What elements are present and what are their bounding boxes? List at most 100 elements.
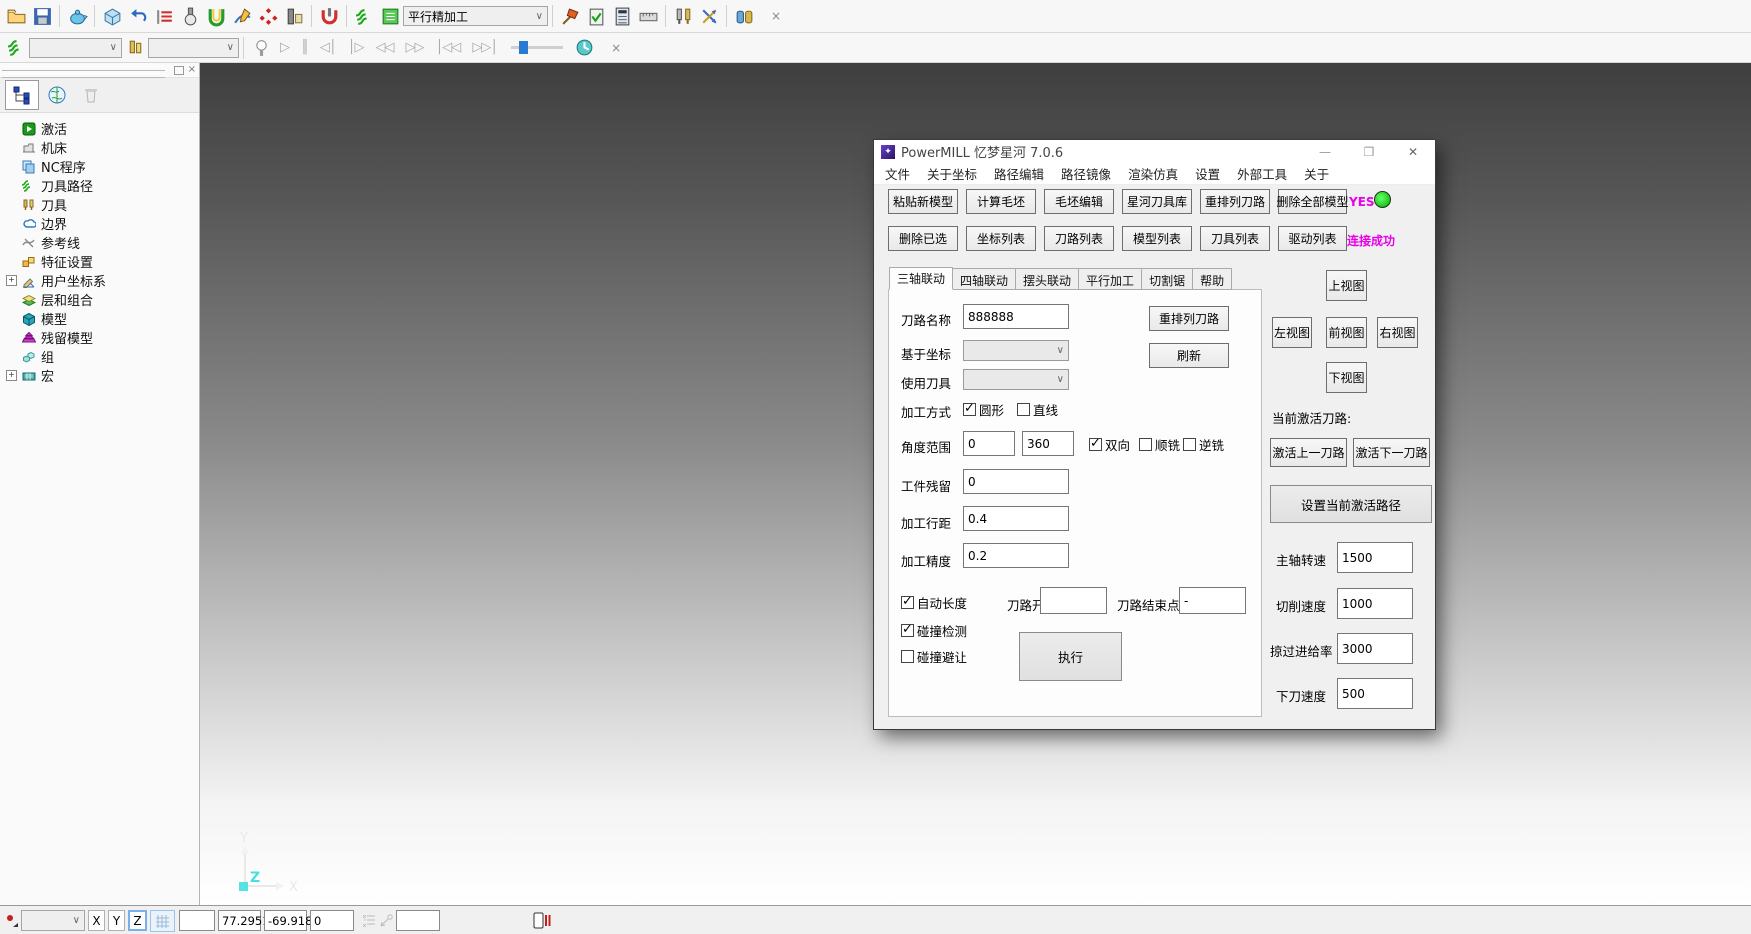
menu-settings[interactable]: 设置 xyxy=(1195,164,1220,183)
tab-explorer-tree[interactable] xyxy=(5,80,39,110)
climb-checkbox[interactable]: 顺铣 xyxy=(1139,435,1180,454)
block-icon[interactable] xyxy=(99,3,125,29)
statusbar-selector[interactable]: ∨ xyxy=(21,910,85,931)
paste-model-button[interactable]: 粘贴新模型 xyxy=(888,189,958,214)
tree-item-feature-sets[interactable]: 特征设置 xyxy=(8,252,199,271)
rewind-button[interactable]: ◁◁ xyxy=(369,40,399,55)
tree-expander[interactable]: + xyxy=(6,275,17,286)
toolpath-spring-icon[interactable] xyxy=(351,3,377,29)
grid-size-field[interactable] xyxy=(179,910,215,931)
panel-grip[interactable]: × xyxy=(0,63,199,78)
bidirectional-checkbox[interactable]: 双向 xyxy=(1089,435,1130,454)
clock-icon[interactable] xyxy=(571,35,597,61)
pencil-curve-icon[interactable] xyxy=(229,3,255,29)
tree-item-patterns[interactable]: 参考线 xyxy=(8,233,199,252)
menu-path-mirror[interactable]: 路径镜像 xyxy=(1061,164,1111,183)
panel-close-icon[interactable]: × xyxy=(188,64,196,75)
method-circle-checkbox[interactable]: 圆形 xyxy=(963,400,1004,419)
tab-recycle-bin[interactable] xyxy=(75,81,107,109)
tool-list-button[interactable]: 刀具列表 xyxy=(1200,226,1270,251)
collision-check-checkbox[interactable]: 碰撞检测 xyxy=(901,621,967,640)
coord-list-button[interactable]: 坐标列表 xyxy=(966,226,1036,251)
tab-world-view[interactable] xyxy=(41,81,73,109)
drive-list-button[interactable]: 驱动列表 xyxy=(1278,226,1347,251)
tool-library-button[interactable]: 星河刀具库 xyxy=(1122,189,1192,214)
menu-about[interactable]: 关于 xyxy=(1304,164,1329,183)
bar-list-icon[interactable] xyxy=(151,3,177,29)
tree-item-nc-programs[interactable]: NC程序 xyxy=(8,157,199,176)
menu-path-edit[interactable]: 路径编辑 xyxy=(994,164,1044,183)
plunge-speed-input[interactable]: 500 xyxy=(1337,678,1413,709)
ruler-icon[interactable] xyxy=(635,3,661,29)
execute-button[interactable]: 执行 xyxy=(1019,632,1122,681)
cursor-z-field[interactable]: 0 xyxy=(310,910,354,931)
axis-z-button[interactable]: Z xyxy=(128,910,147,931)
menu-coords[interactable]: 关于坐标 xyxy=(927,164,977,183)
cutting-speed-input[interactable]: 1000 xyxy=(1337,588,1413,619)
dialog-titlebar[interactable]: ✦ PowerMILL 忆梦星河 7.0.6 — ❒ ✕ xyxy=(874,140,1435,163)
teapot-icon[interactable] xyxy=(64,3,90,29)
play-button[interactable]: ▷ xyxy=(274,40,295,55)
edit-stock-button[interactable]: 毛坯编辑 xyxy=(1044,189,1114,214)
close-button[interactable]: ✕ xyxy=(1391,145,1435,159)
tree-item-macros[interactable]: +宏 xyxy=(8,366,199,385)
tab-3axis[interactable]: 三轴联动 xyxy=(889,267,953,290)
collision-avoid-checkbox[interactable]: 碰撞避让 xyxy=(901,647,967,666)
axis-x-button[interactable]: X xyxy=(88,910,105,931)
stepover-input[interactable]: 0.4 xyxy=(963,506,1069,531)
set-active-path-button[interactable]: 设置当前激活路径 xyxy=(1270,485,1432,523)
axis-y-button[interactable]: Y xyxy=(108,910,125,931)
angle-to-input[interactable]: 360 xyxy=(1022,431,1074,456)
view-front-button[interactable]: 前视图 xyxy=(1326,317,1367,348)
lamp-icon[interactable] xyxy=(248,35,274,61)
tolerance-input[interactable]: 0.2 xyxy=(963,543,1069,568)
activate-prev-button[interactable]: 激活上一刀路 xyxy=(1270,438,1347,467)
view-bottom-button[interactable]: 下视图 xyxy=(1326,362,1367,393)
delete-selected-button[interactable]: 删除已选 xyxy=(888,226,958,251)
open-file-icon[interactable] xyxy=(3,3,29,29)
step-forward-button[interactable]: │▷ xyxy=(342,40,370,55)
tool-database-icon[interactable] xyxy=(731,3,757,29)
record-tool-button[interactable] xyxy=(4,910,19,931)
start-point-input[interactable] xyxy=(1040,587,1107,614)
toolpath-list-icon[interactable] xyxy=(377,3,403,29)
u-channel-icon[interactable] xyxy=(203,3,229,29)
tree-item-active[interactable]: 激活 xyxy=(8,119,199,138)
reorder-button[interactable]: 重排列刀路 xyxy=(1149,306,1229,331)
drill-tool-icon[interactable] xyxy=(281,3,307,29)
conventional-checkbox[interactable]: 逆铣 xyxy=(1183,435,1224,454)
menu-render-sim[interactable]: 渲染仿真 xyxy=(1128,164,1178,183)
calc-stock-button[interactable]: 计算毛坯 xyxy=(966,189,1036,214)
tree-item-boundaries[interactable]: 边界 xyxy=(8,214,199,233)
model-list-button[interactable]: 模型列表 xyxy=(1122,226,1192,251)
spindle-speed-input[interactable]: 1500 xyxy=(1337,542,1413,573)
method-line-checkbox[interactable]: 直线 xyxy=(1017,400,1058,419)
swap-tools-icon[interactable] xyxy=(696,3,722,29)
angle-from-input[interactable]: 0 xyxy=(963,431,1015,456)
tab-4axis[interactable]: 四轴联动 xyxy=(953,268,1016,290)
tree-item-workplanes[interactable]: +用户坐标系 xyxy=(8,271,199,290)
fast-forward-button[interactable]: ▷▷ xyxy=(399,40,429,55)
slider-handle[interactable] xyxy=(519,41,528,54)
tree-item-stock-models[interactable]: 残留模型 xyxy=(8,328,199,347)
cursor-x-field[interactable]: 77.2951 xyxy=(218,910,261,931)
tree-expander[interactable]: + xyxy=(6,370,17,381)
toolbar-close-icon[interactable]: × xyxy=(597,35,635,61)
save-icon[interactable] xyxy=(29,3,55,29)
tree-item-machine[interactable]: 机床 xyxy=(8,138,199,157)
menu-file[interactable]: 文件 xyxy=(885,164,910,183)
step-back-button[interactable]: ◁│ xyxy=(314,40,342,55)
stock-remain-input[interactable]: 0 xyxy=(963,469,1069,494)
pause-button[interactable]: ║ xyxy=(295,40,314,55)
toolbar-close-icon[interactable]: × xyxy=(757,3,795,29)
measure-field[interactable] xyxy=(396,910,440,931)
active-toolpath-selector[interactable]: 平行精加工 ∨ xyxy=(403,6,548,26)
tab-parallel[interactable]: 平行加工 xyxy=(1079,268,1142,290)
tree-item-toolpaths[interactable]: 刀具路径 xyxy=(8,176,199,195)
delete-all-models-button[interactable]: 删除全部模型 xyxy=(1278,189,1347,214)
refresh-button[interactable]: 刷新 xyxy=(1149,343,1229,368)
base-coord-select[interactable]: ∨ xyxy=(963,340,1069,361)
view-top-button[interactable]: 上视图 xyxy=(1326,270,1367,301)
tree-item-tools[interactable]: 刀具 xyxy=(8,195,199,214)
go-end-button[interactable]: ▷▷│ xyxy=(466,40,503,55)
